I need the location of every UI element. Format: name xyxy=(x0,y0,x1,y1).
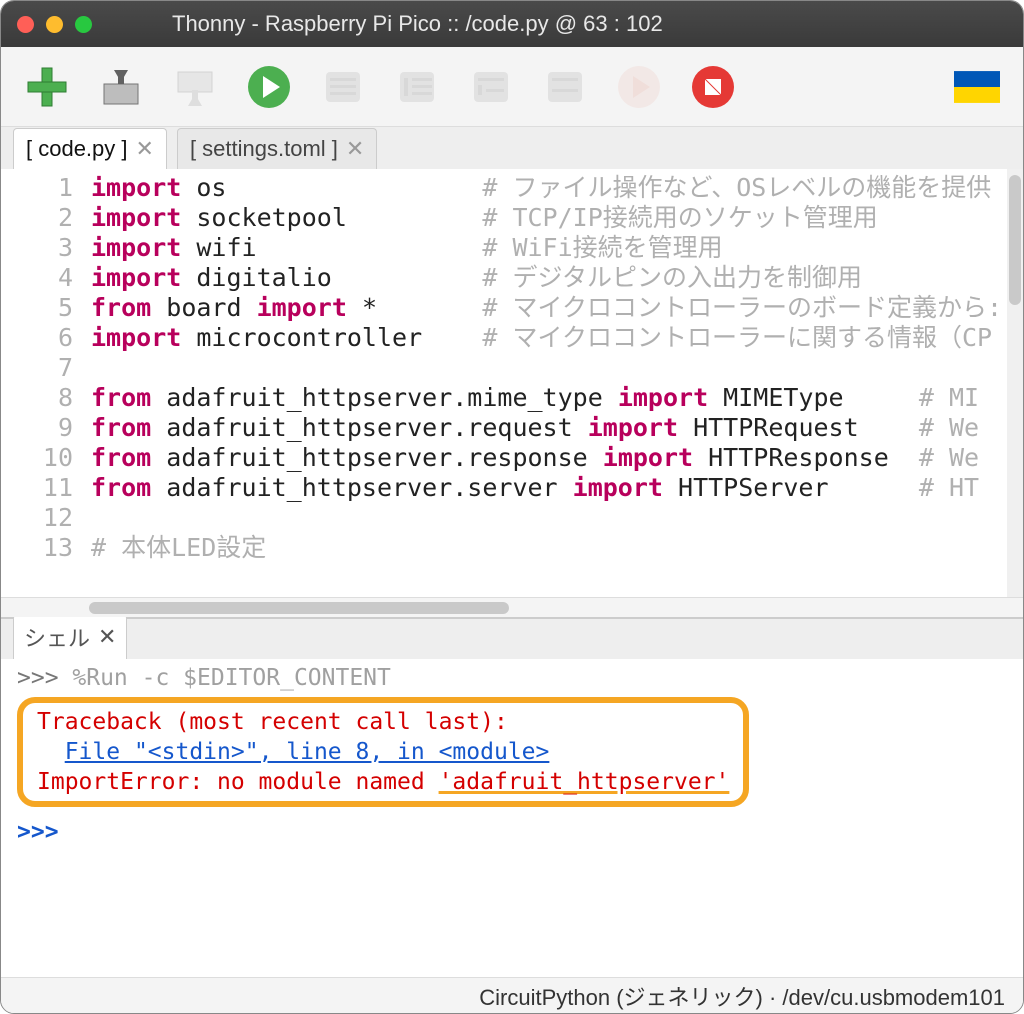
step-over-button xyxy=(391,61,443,113)
traceback-file-link[interactable]: File "<stdin>", line 8, in <module> xyxy=(65,739,550,765)
debug-button xyxy=(317,61,369,113)
shell-body[interactable]: >>> %Run -c $EDITOR_CONTENT Traceback (m… xyxy=(1,659,1023,977)
close-window-icon[interactable] xyxy=(17,16,34,33)
step-into-icon xyxy=(468,64,514,110)
maximize-window-icon[interactable] xyxy=(75,16,92,33)
interpreter-status[interactable]: CircuitPython (ジェネリック) · /dev/cu.usbmode… xyxy=(479,980,1005,1012)
traceback-header: Traceback (most recent call last): xyxy=(37,709,508,735)
code-container: 12345678910111213 import os # ファイル操作など、O… xyxy=(1,169,1023,597)
toolbar xyxy=(1,47,1023,127)
titlebar[interactable]: Thonny - Raspberry Pi Pico :: /code.py @… xyxy=(1,1,1023,47)
shell-prompt: >>> xyxy=(17,665,72,691)
debug-icon xyxy=(320,64,366,110)
ukraine-flag-icon xyxy=(954,64,1000,110)
editor-tabs: [ code.py ] ✕ [ settings.toml ] ✕ xyxy=(1,127,1023,169)
line-gutter: 12345678910111213 xyxy=(1,169,89,597)
minimize-window-icon[interactable] xyxy=(46,16,63,33)
save-icon xyxy=(172,64,218,110)
play-icon xyxy=(246,64,292,110)
vertical-scrollbar[interactable] xyxy=(1007,169,1023,597)
close-tab-icon[interactable]: ✕ xyxy=(98,624,116,650)
support-ukraine-button[interactable] xyxy=(951,61,1003,113)
editor-area: [ code.py ] ✕ [ settings.toml ] ✕ 123456… xyxy=(1,127,1023,617)
stop-button[interactable] xyxy=(687,61,739,113)
run-button[interactable] xyxy=(243,61,295,113)
shell-area: シェル ✕ >>> %Run -c $EDITOR_CONTENT Traceb… xyxy=(1,617,1023,977)
scrollbar-thumb[interactable] xyxy=(89,602,509,614)
scrollbar-thumb[interactable] xyxy=(1009,175,1021,305)
step-into-button xyxy=(465,61,517,113)
shell-run-command: %Run -c $EDITOR_CONTENT xyxy=(72,665,391,691)
error-line-prefix: ImportError: no module named xyxy=(37,769,439,795)
step-out-button xyxy=(539,61,591,113)
tab-code-py[interactable]: [ code.py ] ✕ xyxy=(13,128,167,169)
tab-settings-toml[interactable]: [ settings.toml ] ✕ xyxy=(177,128,377,169)
resume-icon xyxy=(616,64,662,110)
statusbar[interactable]: CircuitPython (ジェネリック) · /dev/cu.usbmode… xyxy=(1,977,1023,1013)
new-file-button[interactable] xyxy=(21,61,73,113)
error-module-name: 'adafruit_httpserver' xyxy=(439,769,730,795)
close-tab-icon[interactable]: ✕ xyxy=(136,138,154,160)
stop-icon xyxy=(690,64,736,110)
open-file-button[interactable] xyxy=(95,61,147,113)
shell-tab[interactable]: シェル ✕ xyxy=(13,614,127,659)
error-highlight-box: Traceback (most recent call last): File … xyxy=(17,697,749,807)
shell-tab-label: シェル xyxy=(24,621,90,653)
traffic-lights xyxy=(17,16,92,33)
shell-tabs: シェル ✕ xyxy=(1,619,1023,659)
horizontal-scrollbar[interactable] xyxy=(1,597,1023,617)
tab-label: [ code.py ] xyxy=(26,136,128,162)
step-over-icon xyxy=(394,64,440,110)
resume-button xyxy=(613,61,665,113)
open-folder-icon xyxy=(98,64,144,110)
tab-label: [ settings.toml ] xyxy=(190,136,338,162)
shell-prompt[interactable]: >>> xyxy=(17,819,72,845)
save-file-button xyxy=(169,61,221,113)
plus-icon xyxy=(24,64,70,110)
close-tab-icon[interactable]: ✕ xyxy=(346,138,364,160)
code-editor[interactable]: import os # ファイル操作など、OSレベルの機能を提供import s… xyxy=(89,169,1007,597)
app-window: Thonny - Raspberry Pi Pico :: /code.py @… xyxy=(0,0,1024,1014)
window-title: Thonny - Raspberry Pi Pico :: /code.py @… xyxy=(172,11,1007,37)
step-out-icon xyxy=(542,64,588,110)
